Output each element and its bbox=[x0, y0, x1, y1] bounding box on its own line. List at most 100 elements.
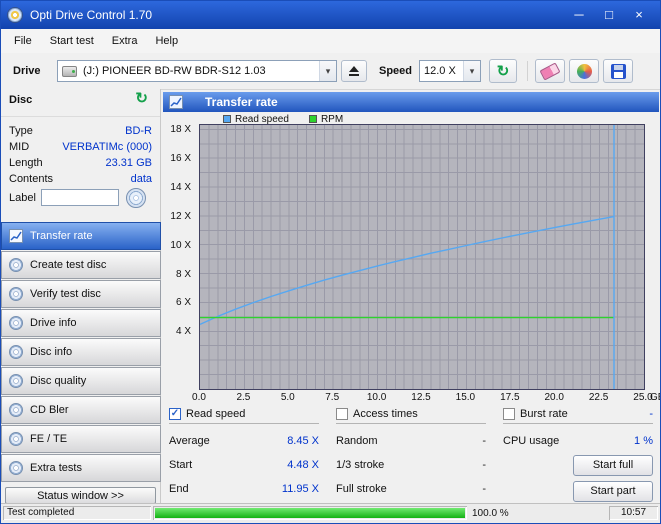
save-button[interactable] bbox=[603, 59, 633, 83]
eject-button[interactable] bbox=[341, 60, 367, 82]
sidebar-item-drive-info[interactable]: Drive info bbox=[1, 309, 161, 337]
maximize-button[interactable]: □ bbox=[594, 4, 624, 26]
status-window-button[interactable]: Status window >> bbox=[5, 487, 156, 504]
access-times-option: Access times bbox=[336, 405, 486, 424]
sidebar-item-create-test-disc[interactable]: Create test disc bbox=[1, 251, 161, 279]
sidebar-item-label: Extra tests bbox=[30, 462, 82, 474]
sidebar-item-label: Disc quality bbox=[30, 375, 86, 387]
label-input[interactable] bbox=[41, 189, 119, 206]
menu-file[interactable]: File bbox=[5, 31, 41, 51]
window-title: Opti Drive Control 1.70 bbox=[30, 8, 152, 22]
disc-quality-icon bbox=[9, 374, 23, 388]
x-axis-tick: 12.5 bbox=[404, 392, 438, 403]
y-axis-tick: 10 X bbox=[170, 240, 191, 251]
menubar: File Start test Extra Help bbox=[1, 29, 660, 54]
sidebar-item-label: FE / TE bbox=[30, 433, 67, 445]
y-axis-tick: 8 X bbox=[176, 269, 191, 280]
y-axis-tick: 6 X bbox=[176, 297, 191, 308]
field-value: data bbox=[131, 173, 152, 187]
sidebar-item-label: Transfer rate bbox=[30, 230, 93, 242]
stat-label: Average bbox=[169, 435, 210, 449]
extra-tests-icon bbox=[9, 461, 23, 475]
disc-info-icon bbox=[9, 345, 23, 359]
checkbox-label: Burst rate bbox=[520, 408, 568, 420]
read-speed-results: ✓ Read speed Average 8.45 X Start 4.48 X… bbox=[169, 405, 319, 505]
y-axis-tick: 12 X bbox=[170, 211, 191, 222]
minimize-button[interactable]: ─ bbox=[564, 4, 594, 26]
x-axis-tick: 7.5 bbox=[315, 392, 349, 403]
sidebar-item-fe-te[interactable]: FE / TE bbox=[1, 425, 161, 453]
x-axis-tick: 20.0 bbox=[537, 392, 571, 403]
disc-field-contents: Contents data bbox=[9, 173, 152, 187]
sidebar-item-disc-info[interactable]: Disc info bbox=[1, 338, 161, 366]
field-value: VERBATIMc (000) bbox=[62, 141, 152, 155]
speed-label: Speed bbox=[379, 65, 412, 77]
window-controls: ─ □ × bbox=[564, 4, 654, 26]
maximize-icon: □ bbox=[605, 7, 613, 22]
chart-header: Transfer rate bbox=[163, 92, 659, 112]
field-value: 23.31 GB bbox=[106, 157, 152, 171]
speed-select[interactable]: 12.0 X ▾ bbox=[419, 60, 481, 82]
drive-icon bbox=[62, 66, 77, 77]
check-icon: ✓ bbox=[171, 408, 179, 419]
stat-value: - bbox=[482, 459, 486, 473]
drive-label: Drive bbox=[13, 65, 41, 77]
sidebar-item-transfer-rate[interactable]: Transfer rate bbox=[1, 222, 161, 250]
stat-full-stroke: Full stroke - bbox=[336, 483, 486, 497]
field-label: Contents bbox=[9, 173, 53, 187]
chart-title: Transfer rate bbox=[205, 95, 278, 109]
stat-value: - bbox=[482, 435, 486, 449]
disc-field-length: Length 23.31 GB bbox=[9, 157, 152, 171]
preferences-button[interactable] bbox=[569, 59, 599, 83]
x-axis-unit: GB bbox=[650, 392, 661, 403]
refresh-speeds-button[interactable]: ↻ bbox=[489, 59, 517, 83]
access-times-checkbox[interactable] bbox=[336, 408, 348, 420]
disc-panel: Disc ↻ Type BD-R MID VERBATIMc (000) Len… bbox=[1, 89, 161, 506]
stat-value: 8.45 X bbox=[287, 435, 319, 449]
sidebar-item-verify-test-disc[interactable]: Verify test disc bbox=[1, 280, 161, 308]
menu-help[interactable]: Help bbox=[146, 31, 187, 51]
sidebar-item-extra-tests[interactable]: Extra tests bbox=[1, 454, 161, 482]
y-axis-tick: 16 X bbox=[170, 153, 191, 164]
field-label: Type bbox=[9, 125, 33, 139]
sidebar-item-label: Create test disc bbox=[30, 259, 106, 271]
stat-label: Full stroke bbox=[336, 483, 387, 497]
chevron-down-icon: ▾ bbox=[463, 61, 480, 81]
progress-label: 100.0 % bbox=[472, 508, 509, 519]
speed-select-value: 12.0 X bbox=[424, 65, 456, 77]
sidebar-item-disc-quality[interactable]: Disc quality bbox=[1, 367, 161, 395]
stat-start: Start 4.48 X bbox=[169, 459, 319, 473]
stat-end: End 11.95 X bbox=[169, 483, 319, 497]
stat-label: 1/3 stroke bbox=[336, 459, 384, 473]
transfer-rate-plot bbox=[199, 124, 645, 390]
toolbar-separator bbox=[527, 61, 528, 81]
titlebar: Opti Drive Control 1.70 ─ □ × bbox=[1, 1, 660, 29]
close-button[interactable]: × bbox=[624, 4, 654, 26]
field-value: BD-R bbox=[125, 125, 152, 139]
menu-start-test[interactable]: Start test bbox=[41, 31, 103, 51]
disc-refresh-button[interactable]: ↻ bbox=[135, 91, 148, 106]
disc-field-mid: MID VERBATIMc (000) bbox=[9, 141, 152, 155]
burst-rate-option: Burst rate - bbox=[503, 405, 653, 424]
preferences-icon bbox=[577, 64, 592, 79]
menu-extra[interactable]: Extra bbox=[103, 31, 147, 51]
drive-select[interactable]: (J:) PIONEER BD-RW BDR-S12 1.03 ▾ bbox=[57, 60, 337, 82]
clock-text: 10:57 bbox=[609, 506, 658, 520]
label-field-label: Label bbox=[9, 192, 36, 204]
y-axis-tick: 4 X bbox=[176, 326, 191, 337]
fe-te-icon bbox=[9, 432, 23, 446]
statusbar: Test completed 100.0 % 10:57 bbox=[1, 503, 660, 523]
refresh-icon: ↻ bbox=[497, 64, 510, 79]
start-full-button[interactable]: Start full bbox=[573, 455, 653, 476]
status-text: Test completed bbox=[3, 506, 151, 520]
sidebar-item-cd-bler[interactable]: CD Bler bbox=[1, 396, 161, 424]
refresh-icon: ↻ bbox=[135, 90, 148, 107]
burst-rate-checkbox[interactable] bbox=[503, 408, 515, 420]
drive-info-icon bbox=[9, 316, 23, 330]
read-speed-checkbox[interactable]: ✓ bbox=[169, 408, 181, 420]
verify-test-disc-icon bbox=[9, 287, 23, 301]
erase-disc-button[interactable] bbox=[535, 59, 565, 83]
progress-fill bbox=[155, 508, 465, 518]
start-part-button[interactable]: Start part bbox=[573, 481, 653, 502]
read-label-button[interactable] bbox=[126, 188, 146, 208]
